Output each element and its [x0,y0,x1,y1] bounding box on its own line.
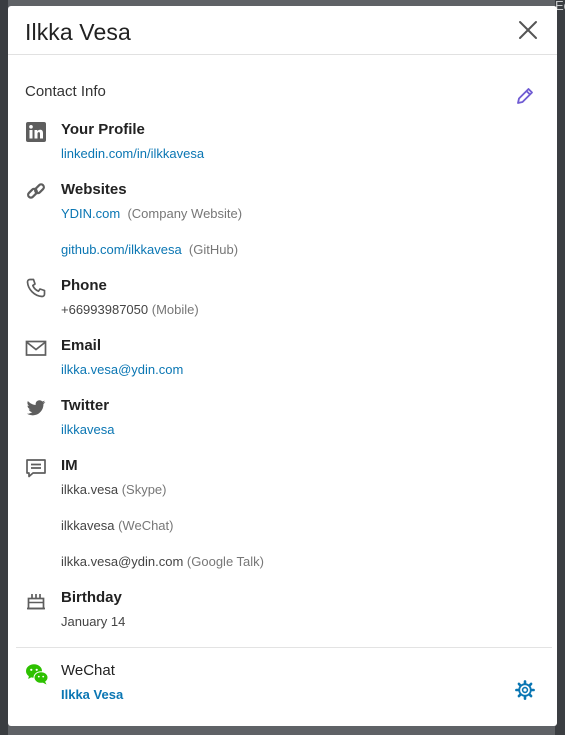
websites-label: Websites [61,181,127,198]
im-item: ilkkavesa (WeChat) [61,518,173,533]
wechat-icon [25,662,49,685]
linkedin-icon [25,121,47,143]
gear-icon [515,680,535,700]
twitter-link[interactable]: ilkkavesa [61,422,114,437]
profile-link[interactable]: linkedin.com/in/ilkkavesa [61,146,204,161]
phone-icon [25,277,47,299]
cake-icon [25,589,47,611]
link-icon [25,181,47,203]
wechat-label: WeChat [61,662,115,679]
im-item: ilkka.vesa (Skype) [61,482,167,497]
website-item: YDIN.com (Company Website) [61,206,242,221]
im-note-google: (Google Talk) [186,554,264,569]
website-note-github: (GitHub) [188,242,239,257]
section-title: Contact Info [25,83,106,100]
birthday-label: Birthday [61,589,122,606]
im-label: IM [61,457,78,474]
profile-label: Your Profile [61,121,145,138]
im-handle-skype: ilkka.vesa [61,482,119,497]
wechat-settings-button[interactable] [514,679,536,701]
close-button[interactable] [517,19,539,41]
edit-contact-info-button[interactable] [514,85,536,107]
website-item: github.com/ilkkavesa (GitHub) [61,242,238,257]
website-link-company[interactable]: YDIN.com [61,206,120,221]
im-handle-google: ilkka.vesa@ydin.com [61,554,184,569]
close-icon [519,21,537,39]
phone-note: (Mobile) [151,302,199,317]
phone-number: +66993987050 [61,302,149,317]
envelope-icon [25,337,47,359]
im-note-wechat: (WeChat) [118,518,174,533]
website-note-company: (Company Website) [127,206,243,221]
divider [16,647,552,648]
modal-header: Ilkka Vesa [8,6,557,55]
website-link-github[interactable]: github.com/ilkkavesa [61,242,182,257]
im-handle-wechat: ilkkavesa [61,518,115,533]
modal-title: Ilkka Vesa [25,19,131,45]
background-page-left [0,0,8,735]
im-note-skype: (Skype) [121,482,167,497]
birthday-date: January 14 [61,614,126,629]
contact-info-modal: Ilkka Vesa Contact Info Your Profile lin… [8,6,557,726]
email-label: Email [61,337,102,354]
chat-icon [25,457,47,479]
twitter-icon [25,397,47,419]
email-link[interactable]: ilkka.vesa@ydin.com [61,362,183,377]
phone-label: Phone [61,277,107,294]
im-item: ilkka.vesa@ydin.com (Google Talk) [61,554,264,569]
wechat-name-link[interactable]: Ilkka Vesa [61,687,123,702]
pencil-icon [517,88,533,104]
twitter-label: Twitter [61,397,110,414]
